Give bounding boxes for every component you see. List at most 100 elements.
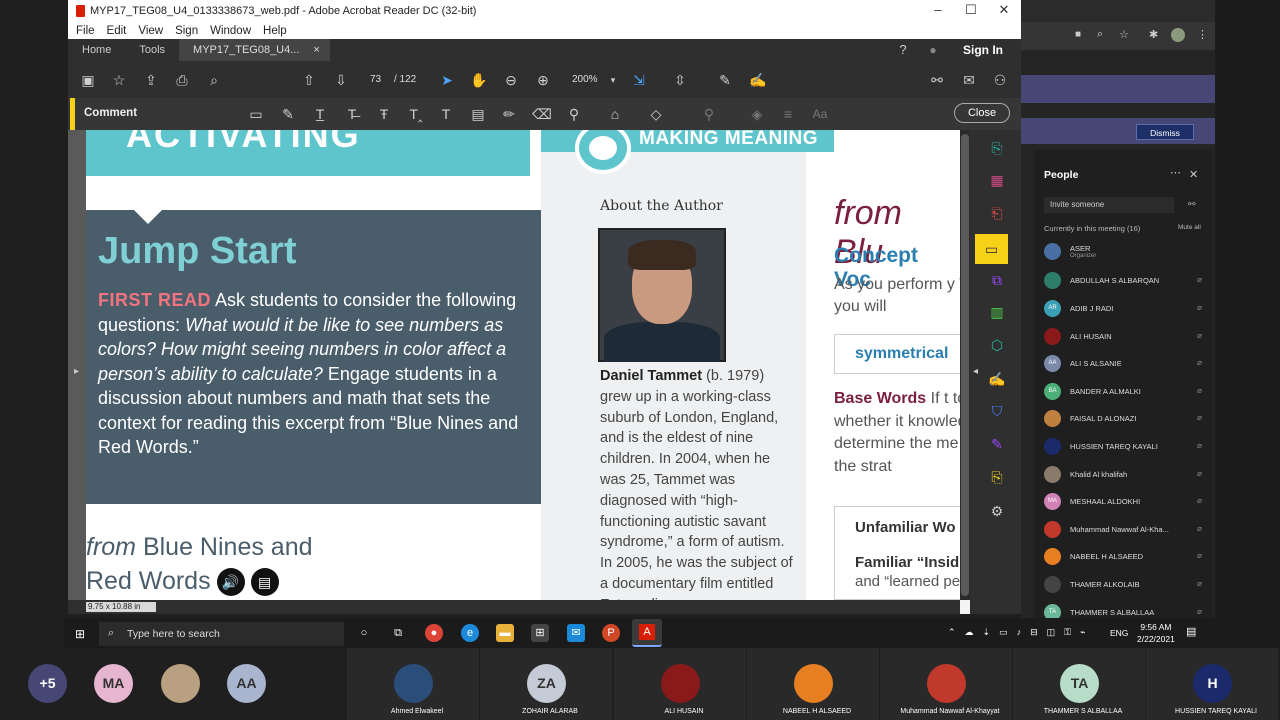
acrobat-taskbar-icon[interactable]: A — [632, 619, 662, 647]
insert-text-icon[interactable]: T‸ — [407, 105, 425, 123]
participant-row[interactable]: HUSSIEN TAREQ KAYALI ⌀ — [1044, 436, 1204, 456]
export-pdf-icon[interactable]: ⎘ — [988, 140, 1006, 158]
send-icon[interactable]: ⎘ — [988, 469, 1006, 487]
participant-row[interactable]: MA MESHAAL ALDOKHI ⌀ — [1044, 491, 1204, 511]
select-cursor-icon[interactable]: ➤ — [438, 71, 456, 89]
eraser-icon[interactable]: ⌫ — [532, 105, 552, 123]
email-icon[interactable]: ✉ — [960, 71, 978, 89]
muted-mic-icon[interactable]: ⌀ — [1197, 386, 1202, 395]
muted-mic-icon[interactable]: ⌀ — [1197, 275, 1202, 284]
participant-row[interactable]: Muhammad Nawwaf Al-Kha... ⌀ — [1044, 519, 1204, 539]
text-box-icon[interactable]: ▤ — [469, 105, 487, 123]
participant-video-avatar[interactable] — [661, 664, 700, 703]
scrollbar-thumb[interactable] — [961, 134, 969, 596]
tab-document[interactable]: MYP17_TEG08_U4... × — [179, 39, 330, 61]
participant-video-avatar[interactable] — [161, 664, 200, 703]
close-panel-icon[interactable]: ✕ — [1189, 168, 1198, 181]
participant-video-avatar[interactable] — [394, 664, 433, 703]
strikethrough-icon[interactable]: T̶ — [343, 105, 361, 123]
language-indicator[interactable]: ENG — [1110, 628, 1128, 638]
system-clock[interactable]: 9:56 AM 2/22/2021 — [1137, 621, 1175, 645]
participant-row[interactable]: NABEEL H ALSAEED ⌀ — [1044, 546, 1204, 566]
replace-text-icon[interactable]: Ŧ — [375, 105, 393, 123]
bell-icon[interactable]: ● — [924, 41, 942, 59]
participant-row[interactable]: ASER Organizer — [1044, 241, 1204, 261]
menu-view[interactable]: View — [138, 25, 163, 37]
muted-mic-icon[interactable]: ⌀ — [1197, 496, 1202, 505]
chevron-down-icon[interactable]: ▾ — [604, 71, 622, 89]
menu-window[interactable]: Window — [210, 25, 251, 37]
stamp-icon[interactable]: ⚲ — [565, 105, 583, 123]
participant-row[interactable]: ABDULLAH S ALBARQAN ⌀ — [1044, 270, 1204, 290]
search-icon[interactable]: ⌕ — [205, 71, 223, 89]
add-user-icon[interactable]: ⚇ — [991, 71, 1009, 89]
tab-home[interactable]: Home — [68, 44, 125, 56]
file-explorer-icon[interactable]: ▬ — [496, 624, 514, 642]
participant-video-avatar[interactable] — [794, 664, 833, 703]
bookmark-star-icon[interactable]: ☆ — [110, 71, 128, 89]
participant-video-avatar[interactable]: H — [1193, 664, 1232, 703]
participant-row[interactable]: AA ALI S ALSANIE ⌀ — [1044, 353, 1204, 373]
attach-icon[interactable]: ⌂ — [606, 105, 624, 123]
edit-pdf-icon[interactable]: ▥ — [988, 304, 1006, 322]
highlight-icon[interactable]: ✎ — [279, 105, 297, 123]
maximize-icon[interactable]: ☐ — [956, 2, 986, 18]
participant-video-avatar[interactable] — [927, 664, 966, 703]
link-share-icon[interactable]: ⚯ — [928, 71, 946, 89]
participant-row[interactable]: ALI HUSAIN ⌀ — [1044, 326, 1204, 346]
hand-tool-icon[interactable]: ✋ — [470, 71, 488, 89]
page-number-input[interactable]: 73 — [370, 74, 381, 85]
fit-page-icon[interactable]: ⇲ — [630, 71, 648, 89]
scan-icon[interactable]: ⬡ — [988, 337, 1006, 355]
menu-sign[interactable]: Sign — [175, 25, 198, 37]
meeting-count[interactable]: Currently in this meeting (16) — [1044, 224, 1140, 233]
muted-mic-icon[interactable]: ⌀ — [1197, 413, 1202, 422]
pencil-icon[interactable]: ✏ — [500, 105, 518, 123]
collapse-pane-icon[interactable]: ◂ — [973, 366, 978, 377]
browser-menu-icon[interactable]: ⋮ — [1197, 28, 1208, 41]
extensions-icon[interactable]: ✱ — [1149, 28, 1158, 41]
muted-mic-icon[interactable]: ⌀ — [1197, 579, 1202, 588]
sign-tool-icon[interactable]: ✎ — [988, 436, 1006, 454]
muted-mic-icon[interactable]: ⌀ — [1197, 607, 1202, 616]
muted-mic-icon[interactable]: ⌀ — [1197, 469, 1202, 478]
chrome-icon[interactable]: ● — [425, 624, 443, 642]
minimize-icon[interactable]: – — [923, 2, 953, 17]
save-icon[interactable]: ▣ — [79, 71, 97, 89]
mute-all-button[interactable]: Mute all — [1178, 224, 1201, 231]
add-text-icon[interactable]: T — [437, 105, 455, 123]
participant-video-avatar[interactable]: AA — [227, 664, 266, 703]
participant-row[interactable]: FAISAL D ALONAZI ⌀ — [1044, 408, 1204, 428]
organize-pages-icon[interactable]: ▦ — [988, 172, 1006, 190]
more-options-icon[interactable]: ⋯ — [1170, 166, 1181, 179]
fill-sign-tool-icon[interactable]: ✍ — [988, 371, 1006, 389]
sticky-note-icon[interactable]: ▭ — [247, 105, 265, 123]
menu-help[interactable]: Help — [263, 25, 287, 37]
more-tools-icon[interactable]: ⚙ — [988, 503, 1006, 521]
tab-tools[interactable]: Tools — [125, 44, 179, 56]
close-button[interactable]: Close — [954, 103, 1010, 123]
protect-shield-icon[interactable]: ⛉ — [988, 403, 1006, 421]
sign-pen-icon[interactable]: ✎ — [716, 71, 734, 89]
document-icon[interactable]: ▤ — [250, 568, 279, 597]
participant-video-avatar[interactable]: MA — [94, 664, 133, 703]
participant-video-avatar[interactable]: +5 — [28, 664, 67, 703]
participant-row[interactable]: Khalid Al khalifah ⌀ — [1044, 464, 1204, 484]
print-icon[interactable]: ⎙ — [173, 71, 191, 89]
page-down-icon[interactable]: ⇩ — [332, 71, 350, 89]
task-view-icon[interactable]: ⧉ — [389, 624, 407, 642]
participant-video-avatar[interactable]: ZA — [527, 664, 566, 703]
help-icon[interactable]: ? — [894, 41, 912, 59]
menu-file[interactable]: File — [76, 25, 95, 37]
star-icon[interactable]: ☆ — [1119, 28, 1129, 41]
sign-in-button[interactable]: Sign In — [963, 43, 1003, 57]
shapes-icon[interactable]: ◇ — [647, 105, 665, 123]
muted-mic-icon[interactable]: ⌀ — [1197, 524, 1202, 533]
invite-input[interactable]: Invite someone — [1044, 197, 1174, 213]
zoom-in-icon[interactable]: ⊕ — [534, 71, 552, 89]
muted-mic-icon[interactable]: ⌀ — [1197, 303, 1202, 312]
edge-icon[interactable]: e — [461, 624, 479, 642]
dismiss-button[interactable]: Dismiss — [1136, 124, 1194, 140]
share-link-icon[interactable]: ⚯ — [1188, 199, 1196, 210]
tab-close-icon[interactable]: × — [313, 44, 319, 56]
